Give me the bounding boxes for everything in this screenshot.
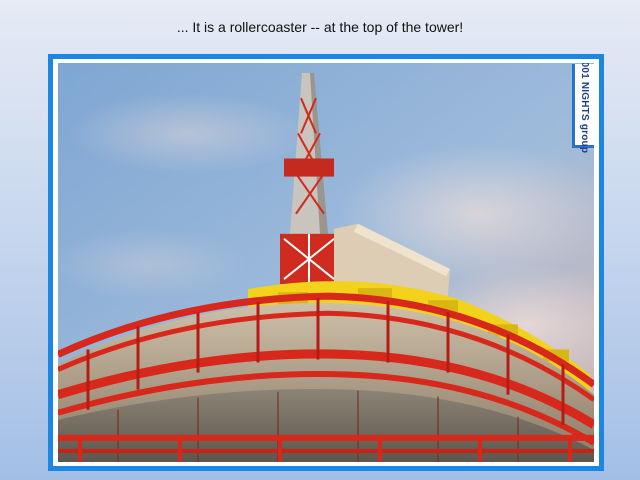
watermark-logo: 1001 NIGHTS group [572, 63, 594, 153]
photo-mat: 1001 NIGHTS group [53, 59, 599, 466]
photo-frame: 1001 NIGHTS group [48, 54, 604, 471]
tower-photo: 1001 NIGHTS group [58, 63, 594, 462]
slide-caption: ... It is a rollercoaster -- at the top … [176, 19, 464, 35]
watermark-text: 1001 NIGHTS group [579, 63, 590, 154]
tower-photo-image [58, 63, 594, 462]
